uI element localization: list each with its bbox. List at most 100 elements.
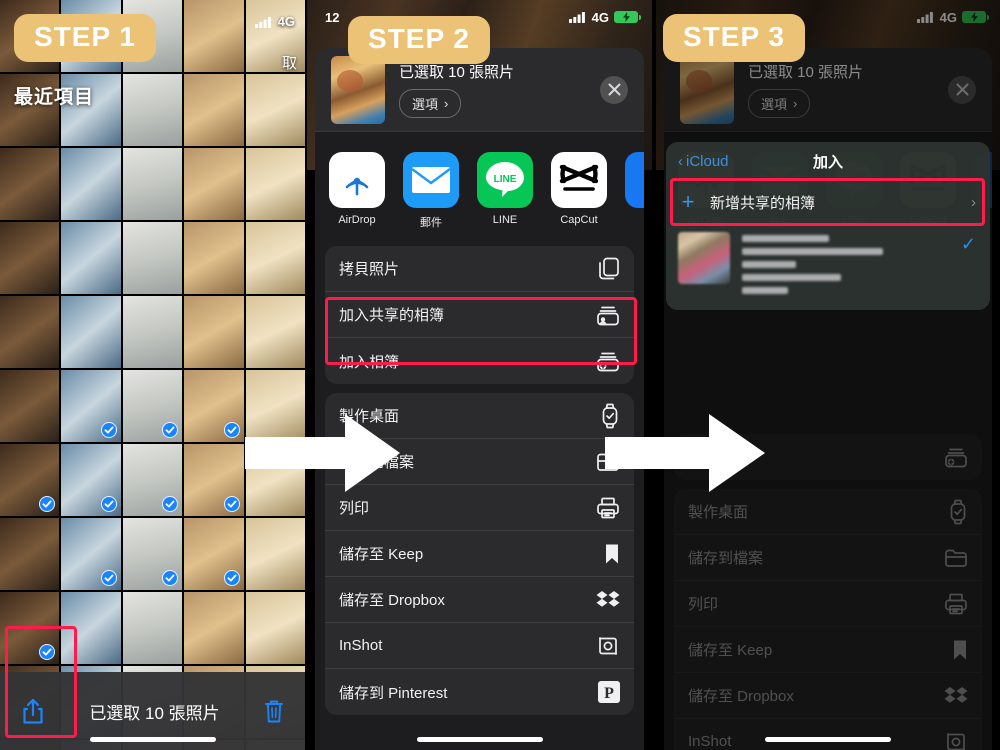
photo-thumbnail[interactable] bbox=[184, 296, 244, 368]
photo-thumbnail[interactable] bbox=[122, 592, 183, 664]
dropbox-icon bbox=[594, 590, 620, 610]
action-row[interactable]: 加入共享的相簿 bbox=[325, 292, 634, 338]
photo-thumbnail[interactable] bbox=[245, 222, 305, 294]
share-selection-title: 已選取 10 張照片 bbox=[399, 64, 515, 81]
photo-thumbnail[interactable] bbox=[245, 296, 305, 368]
photo-thumbnail[interactable] bbox=[61, 148, 121, 220]
photo-thumbnail[interactable] bbox=[61, 222, 121, 294]
action-row[interactable]: 儲存至 Dropbox bbox=[325, 577, 634, 623]
photo-thumbnail[interactable] bbox=[122, 296, 183, 368]
panel-step2-share-sheet: 12 4G 已選取 10 張照片 選項 › AirDrop 郵件 LINE LI… bbox=[307, 0, 652, 750]
selected-checkmark-icon bbox=[223, 422, 240, 438]
photo-thumbnail[interactable] bbox=[0, 592, 60, 664]
photo-thumbnail[interactable] bbox=[184, 518, 244, 590]
panel-step1-photo-grid: 最近項目 4G 取 已選取 10 張照片 bbox=[0, 0, 305, 750]
home-indicator bbox=[416, 737, 543, 742]
photo-thumbnail[interactable] bbox=[122, 518, 183, 590]
photo-thumbnail[interactable] bbox=[61, 370, 121, 442]
photo-thumbnail[interactable] bbox=[184, 444, 244, 516]
photo-thumbnail[interactable] bbox=[0, 148, 60, 220]
selection-thumbnail bbox=[331, 55, 385, 124]
photo-thumbnail[interactable] bbox=[122, 222, 183, 294]
existing-album-row[interactable]: ✓ bbox=[666, 224, 990, 310]
close-icon bbox=[608, 83, 620, 96]
options-label: 選項 bbox=[412, 97, 439, 112]
network-label: 4G bbox=[591, 9, 609, 25]
app-share-row[interactable]: AirDrop 郵件 LINE LINE CapCut f Fa bbox=[315, 132, 644, 246]
photo-thumbnail[interactable] bbox=[0, 444, 60, 516]
action-row[interactable]: 儲存至 Keep bbox=[325, 531, 634, 577]
svg-text:P: P bbox=[604, 685, 614, 702]
cancel-button-partial[interactable]: 取 bbox=[282, 52, 297, 73]
action-row[interactable]: 拷貝照片 bbox=[325, 246, 634, 292]
selected-checkmark-icon bbox=[100, 422, 117, 438]
selected-checkmark-icon bbox=[100, 496, 117, 512]
selected-checkmark-icon bbox=[162, 422, 179, 438]
action-row[interactable]: InShot bbox=[325, 623, 634, 669]
step-badge-3: STEP 3 bbox=[663, 14, 805, 62]
flow-arrow-2 bbox=[605, 414, 765, 492]
photo-thumbnail[interactable] bbox=[0, 296, 60, 368]
selected-checkmark-icon bbox=[223, 496, 240, 512]
action-row-label: 列印 bbox=[339, 500, 370, 517]
photo-thumbnail[interactable] bbox=[245, 74, 305, 146]
photo-thumbnail[interactable] bbox=[245, 148, 305, 220]
share-icon bbox=[23, 698, 43, 724]
selected-checkmark-icon bbox=[223, 570, 240, 586]
share-app-label: Fa bbox=[625, 214, 644, 226]
network-label: 4G bbox=[277, 14, 295, 29]
action-row-label: InShot bbox=[339, 637, 383, 654]
chevron-right-icon: › bbox=[971, 193, 976, 211]
photo-thumbnail[interactable] bbox=[61, 592, 121, 664]
photo-thumbnail[interactable] bbox=[122, 444, 183, 516]
photo-thumbnail[interactable] bbox=[245, 592, 305, 664]
svg-text:LINE: LINE bbox=[494, 174, 517, 185]
panel-step3-icloud-dialog: 4G 已選取 10 張照片 選項 › A bbox=[656, 0, 1000, 750]
action-row-label: 儲存到 Pinterest bbox=[339, 684, 448, 702]
photo-thumbnail[interactable] bbox=[184, 0, 244, 72]
photo-thumbnail[interactable] bbox=[184, 148, 244, 220]
action-row[interactable]: 加入相簿 bbox=[325, 338, 634, 384]
selected-checkmark-icon bbox=[162, 570, 179, 586]
share-button[interactable] bbox=[0, 698, 66, 725]
photo-thumbnail[interactable] bbox=[184, 222, 244, 294]
photo-thumbnail[interactable] bbox=[184, 592, 244, 664]
photo-thumbnail[interactable] bbox=[245, 518, 305, 590]
delete-button[interactable] bbox=[243, 699, 305, 724]
share-app-capcut[interactable]: CapCut bbox=[551, 152, 607, 230]
share-app-label: CapCut bbox=[560, 214, 598, 226]
action-row[interactable]: 儲存到 Pinterest P bbox=[325, 669, 634, 715]
share-app-line[interactable]: LINE LINE bbox=[477, 152, 533, 230]
battery-charging-icon bbox=[614, 11, 641, 23]
photo-thumbnail[interactable] bbox=[184, 370, 244, 442]
photo-thumbnail[interactable] bbox=[0, 518, 60, 590]
photo-thumbnail[interactable] bbox=[61, 444, 121, 516]
action-row-label: 加入共享的相簿 bbox=[339, 307, 445, 324]
selected-checkmark-icon bbox=[39, 644, 56, 660]
photo-thumbnail[interactable] bbox=[61, 296, 121, 368]
share-app-mail[interactable]: 郵件 bbox=[403, 152, 459, 230]
photo-thumbnail[interactable] bbox=[122, 148, 183, 220]
home-indicator bbox=[89, 737, 216, 742]
photo-thumbnail[interactable] bbox=[61, 518, 121, 590]
photo-thumbnail[interactable] bbox=[0, 370, 60, 442]
photo-thumbnail[interactable] bbox=[122, 370, 183, 442]
share-app-airdrop[interactable]: AirDrop bbox=[329, 152, 385, 230]
share-app-label: AirDrop bbox=[338, 214, 376, 226]
new-shared-album-row[interactable]: + 新增共享的相簿 › bbox=[666, 180, 990, 224]
action-row-label: 加入相簿 bbox=[339, 353, 400, 371]
inshot-icon bbox=[594, 634, 620, 658]
signal-icon bbox=[568, 12, 585, 23]
icloud-add-popup: ‹ iCloud 加入 + 新增共享的相簿 › ✓ bbox=[666, 142, 990, 310]
close-button[interactable] bbox=[600, 75, 628, 104]
photo-thumbnail[interactable] bbox=[122, 74, 183, 146]
add-album-icon bbox=[594, 350, 620, 372]
share-sheet-panel2: 已選取 10 張照片 選項 › AirDrop 郵件 LINE LINE CapCut f… bbox=[315, 48, 644, 750]
photo-grid[interactable] bbox=[0, 0, 305, 750]
capcut-icon bbox=[551, 152, 607, 208]
share-app-facebook[interactable]: f Fa bbox=[625, 152, 644, 230]
photo-thumbnail[interactable] bbox=[0, 222, 60, 294]
photo-thumbnail[interactable] bbox=[184, 74, 244, 146]
options-button[interactable]: 選項 › bbox=[399, 89, 462, 118]
copy-icon bbox=[594, 257, 620, 281]
